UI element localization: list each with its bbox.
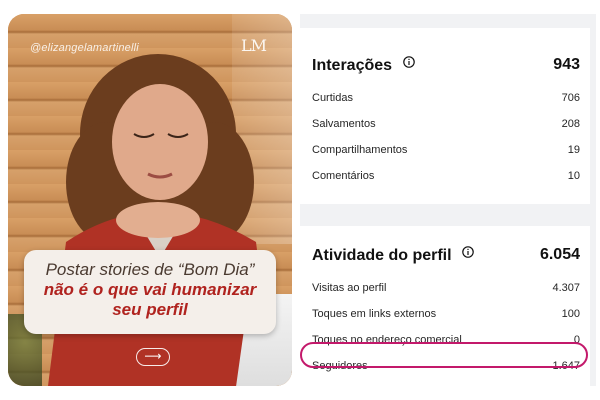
row-value: 706 (561, 92, 580, 104)
row-value: 100 (561, 308, 580, 320)
caption-line-1: Postar stories de “Bom Dia” (45, 260, 255, 279)
row-label: Comentários (312, 170, 375, 182)
profile-activity-title: Atividade do perfil (312, 247, 452, 264)
caption-card: Postar stories de “Bom Dia” não é o que … (24, 250, 276, 334)
row-value: 10 (567, 170, 580, 182)
profile-activity-total: 6.054 (539, 246, 580, 263)
interaction-row-saves: Salvamentos 208 (312, 118, 580, 138)
row-label: Curtidas (312, 92, 353, 104)
activity-row-external-links: Toques em links externos 100 (312, 308, 580, 328)
insights-panel: Interações 943 Curtidas 706 Salvamentos … (300, 14, 596, 400)
interactions-title: Interações (312, 57, 393, 74)
row-label: Compartilhamentos (312, 144, 408, 156)
interactions-card: Interações 943 Curtidas 706 Salvamentos … (300, 28, 590, 204)
caption-line-2: não é o que vai humanizar (43, 280, 257, 299)
brand-logo: LM (240, 36, 267, 55)
post-handle: @elizangelamartinelli (30, 42, 139, 54)
info-icon[interactable] (462, 246, 474, 258)
interactions-header: Interações 943 (312, 56, 580, 80)
caption-line-3: seu perfil (112, 300, 188, 319)
row-label: Toques em links externos (312, 308, 437, 320)
row-value: 4.307 (552, 282, 580, 294)
arrow-right-icon[interactable]: ⟶ (136, 348, 170, 366)
post-preview[interactable]: @elizangelamartinelli LM Postar stories … (8, 14, 292, 386)
interactions-total: 943 (553, 56, 580, 73)
person-photo (48, 54, 274, 386)
interaction-row-likes: Curtidas 706 (312, 92, 580, 112)
row-label: Visitas ao perfil (312, 282, 387, 294)
row-value: 208 (561, 118, 580, 130)
followers-highlight-outline (300, 342, 588, 368)
activity-row-profile-visits: Visitas ao perfil 4.307 (312, 282, 580, 302)
profile-activity-header: Atividade do perfil 6.054 (312, 246, 580, 270)
row-label: Salvamentos (312, 118, 376, 130)
row-value: 19 (567, 144, 580, 156)
interaction-row-comments: Comentários 10 (312, 170, 580, 190)
info-icon[interactable] (402, 56, 415, 68)
profile-activity-card: Atividade do perfil 6.054 Visitas ao per… (300, 226, 590, 400)
interaction-row-shares: Compartilhamentos 19 (312, 144, 580, 164)
